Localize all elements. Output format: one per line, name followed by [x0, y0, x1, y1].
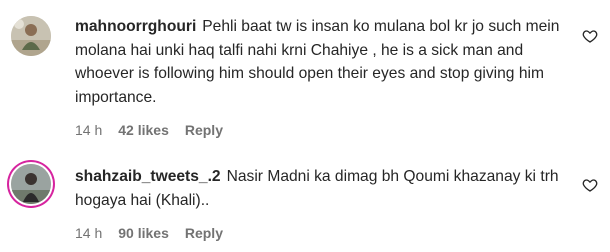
- heart-icon[interactable]: [582, 28, 598, 44]
- comment-body: shahzaib_tweets_.2 Nasir Madni ka dimag b…: [75, 165, 572, 241]
- comment-username[interactable]: shahzaib_tweets_.2: [75, 168, 221, 185]
- comment-item: shahzaib_tweets_.2 Nasir Madni ka dimag b…: [0, 150, 610, 252]
- comment-text-block: shahzaib_tweets_.2 Nasir Madni ka dimag b…: [75, 165, 572, 212]
- comment-likes-count[interactable]: 90 likes: [118, 225, 169, 241]
- comment-body: mahnoorrghouri Pehli baat tw is insan ko …: [75, 15, 572, 138]
- avatar-photo: [11, 16, 51, 56]
- avatar-photo: [11, 164, 51, 204]
- reply-button[interactable]: Reply: [185, 122, 223, 138]
- avatar[interactable]: [11, 16, 51, 56]
- comment-username[interactable]: mahnoorrghouri: [75, 18, 196, 35]
- comment-timestamp[interactable]: 14 h: [75, 122, 102, 138]
- comment-meta: 14 h 90 likes Reply: [75, 225, 572, 241]
- comment-likes-count[interactable]: 42 likes: [118, 122, 169, 138]
- comment-text-block: mahnoorrghouri Pehli baat tw is insan ko …: [75, 15, 572, 109]
- comment-timestamp[interactable]: 14 h: [75, 225, 102, 241]
- comment-meta: 14 h 42 likes Reply: [75, 122, 572, 138]
- comment-item: mahnoorrghouri Pehli baat tw is insan ko …: [0, 0, 610, 150]
- reply-button[interactable]: Reply: [185, 225, 223, 241]
- heart-icon[interactable]: [582, 177, 598, 193]
- avatar[interactable]: [11, 164, 51, 204]
